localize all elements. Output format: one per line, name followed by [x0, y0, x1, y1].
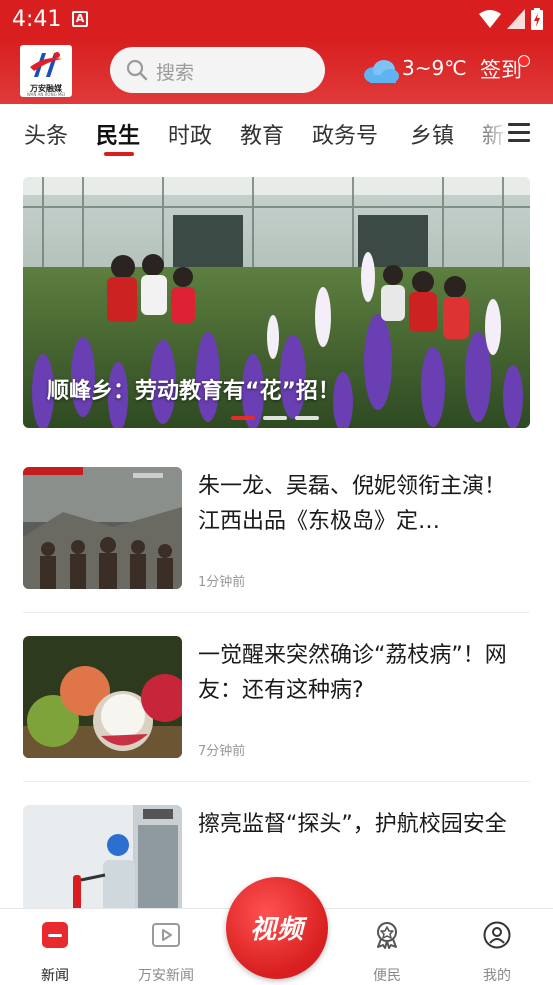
cloud-icon: [364, 60, 399, 83]
tab-headlines[interactable]: 头条: [24, 118, 68, 150]
carousel-dot: [231, 416, 255, 420]
news-item[interactable]: 朱一龙、吴磊、倪妮领衔主演！江西出品《东极岛》定… 1分钟前: [23, 467, 530, 590]
news-thumbnail: [23, 467, 182, 589]
badge-icon: [377, 922, 397, 949]
news-time: 1分钟前: [198, 575, 246, 590]
nav-label: 新闻: [41, 968, 69, 984]
divider: [23, 612, 530, 613]
search-placeholder: 搜索: [156, 62, 195, 84]
system-icons: [479, 8, 543, 30]
status-time: 4:41: [12, 7, 62, 32]
news-icon: [42, 922, 68, 948]
news-time: 7分钟前: [198, 744, 246, 759]
wifi-icon: [479, 10, 501, 28]
signin-button[interactable]: 签到: [480, 54, 522, 84]
tab-education[interactable]: 教育: [240, 118, 284, 150]
active-tab-indicator: [104, 152, 134, 156]
tab-livelihood[interactable]: 民生: [96, 118, 140, 150]
carousel-dot: [295, 416, 319, 420]
tab-politics[interactable]: 时政: [168, 118, 212, 150]
video-play-icon: [152, 923, 180, 947]
banner-caption: 顺峰乡：劳动教育有“花”招！: [47, 379, 340, 404]
carousel-dot: [263, 416, 287, 420]
video-button-label: 视频: [249, 915, 304, 945]
logo-subtext: WAN AN RONG MEI: [26, 92, 66, 97]
news-title: 擦亮监督“探头”，护航校园安全: [198, 812, 507, 837]
news-item[interactable]: 一觉醒来突然确诊“荔枝病”！网友：还有这种病? 7分钟前: [23, 636, 530, 759]
news-thumbnail: [23, 636, 182, 758]
news-title: 一觉醒来突然确诊“荔枝病”！网友：还有这种病?: [198, 643, 507, 703]
tab-towns[interactable]: 乡镇: [410, 118, 454, 150]
divider: [23, 781, 530, 782]
logo-mark-icon: [30, 52, 62, 77]
app-logo[interactable]: 万安融媒 WAN AN RONG MEI: [20, 45, 72, 97]
tab-government-accounts[interactable]: 政务号: [312, 118, 378, 150]
carousel-indicator: [231, 416, 319, 420]
menu-icon[interactable]: [508, 123, 530, 143]
signal-icon: [507, 9, 525, 29]
nav-label: 万安新闻: [138, 968, 194, 984]
video-button[interactable]: 视频: [226, 877, 328, 979]
signin-badge: [518, 55, 530, 67]
app-header: 万安融媒 WAN AN RONG MEI 搜索 3~9℃ 签到: [0, 38, 553, 104]
status-bar: 4:41 A: [0, 0, 553, 38]
app-notification-icon: A: [72, 11, 88, 27]
nav-label: 便民: [373, 968, 401, 984]
news-title: 朱一龙、吴磊、倪妮领衔主演！江西出品《东极岛》定…: [198, 474, 507, 534]
battery-icon: [531, 8, 543, 30]
category-tabs: 头条 民生 时政 教育 政务号 乡镇 新: [0, 104, 553, 162]
search-icon: [126, 59, 148, 81]
nav-label: 我的: [483, 968, 511, 984]
temperature-text: 3~9℃: [402, 56, 467, 80]
banner-carousel[interactable]: 顺峰乡：劳动教育有“花”招！: [23, 177, 530, 428]
search-bar[interactable]: 搜索: [110, 47, 325, 93]
user-icon: [483, 921, 511, 949]
